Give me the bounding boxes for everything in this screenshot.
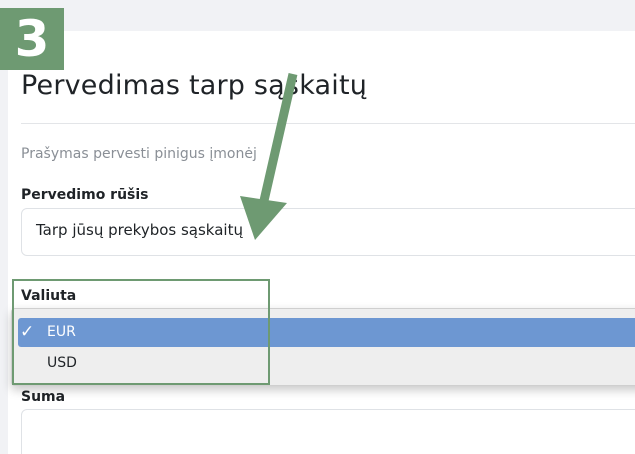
- page-title: Pervedimas tarp sąskaitų: [21, 70, 368, 101]
- page-subtitle: Prašymas pervesti pinigus įmonėj: [21, 146, 257, 162]
- amount-input[interactable]: [21, 409, 635, 454]
- top-bar: [0, 0, 635, 31]
- page: 3 Pervedimas tarp sąskaitų Prašymas perv…: [0, 0, 635, 454]
- transfer-type-label: Pervedimo rūšis: [21, 187, 149, 203]
- amount-label: Suma: [21, 389, 66, 405]
- transfer-type-value: Tarp jūsų prekybos sąskaitų: [36, 221, 243, 239]
- annotation-highlight-box: [12, 279, 270, 385]
- transfer-type-select[interactable]: Tarp jūsų prekybos sąskaitų: [21, 208, 635, 256]
- title-divider: [21, 123, 635, 124]
- step-number-badge: 3: [0, 8, 64, 70]
